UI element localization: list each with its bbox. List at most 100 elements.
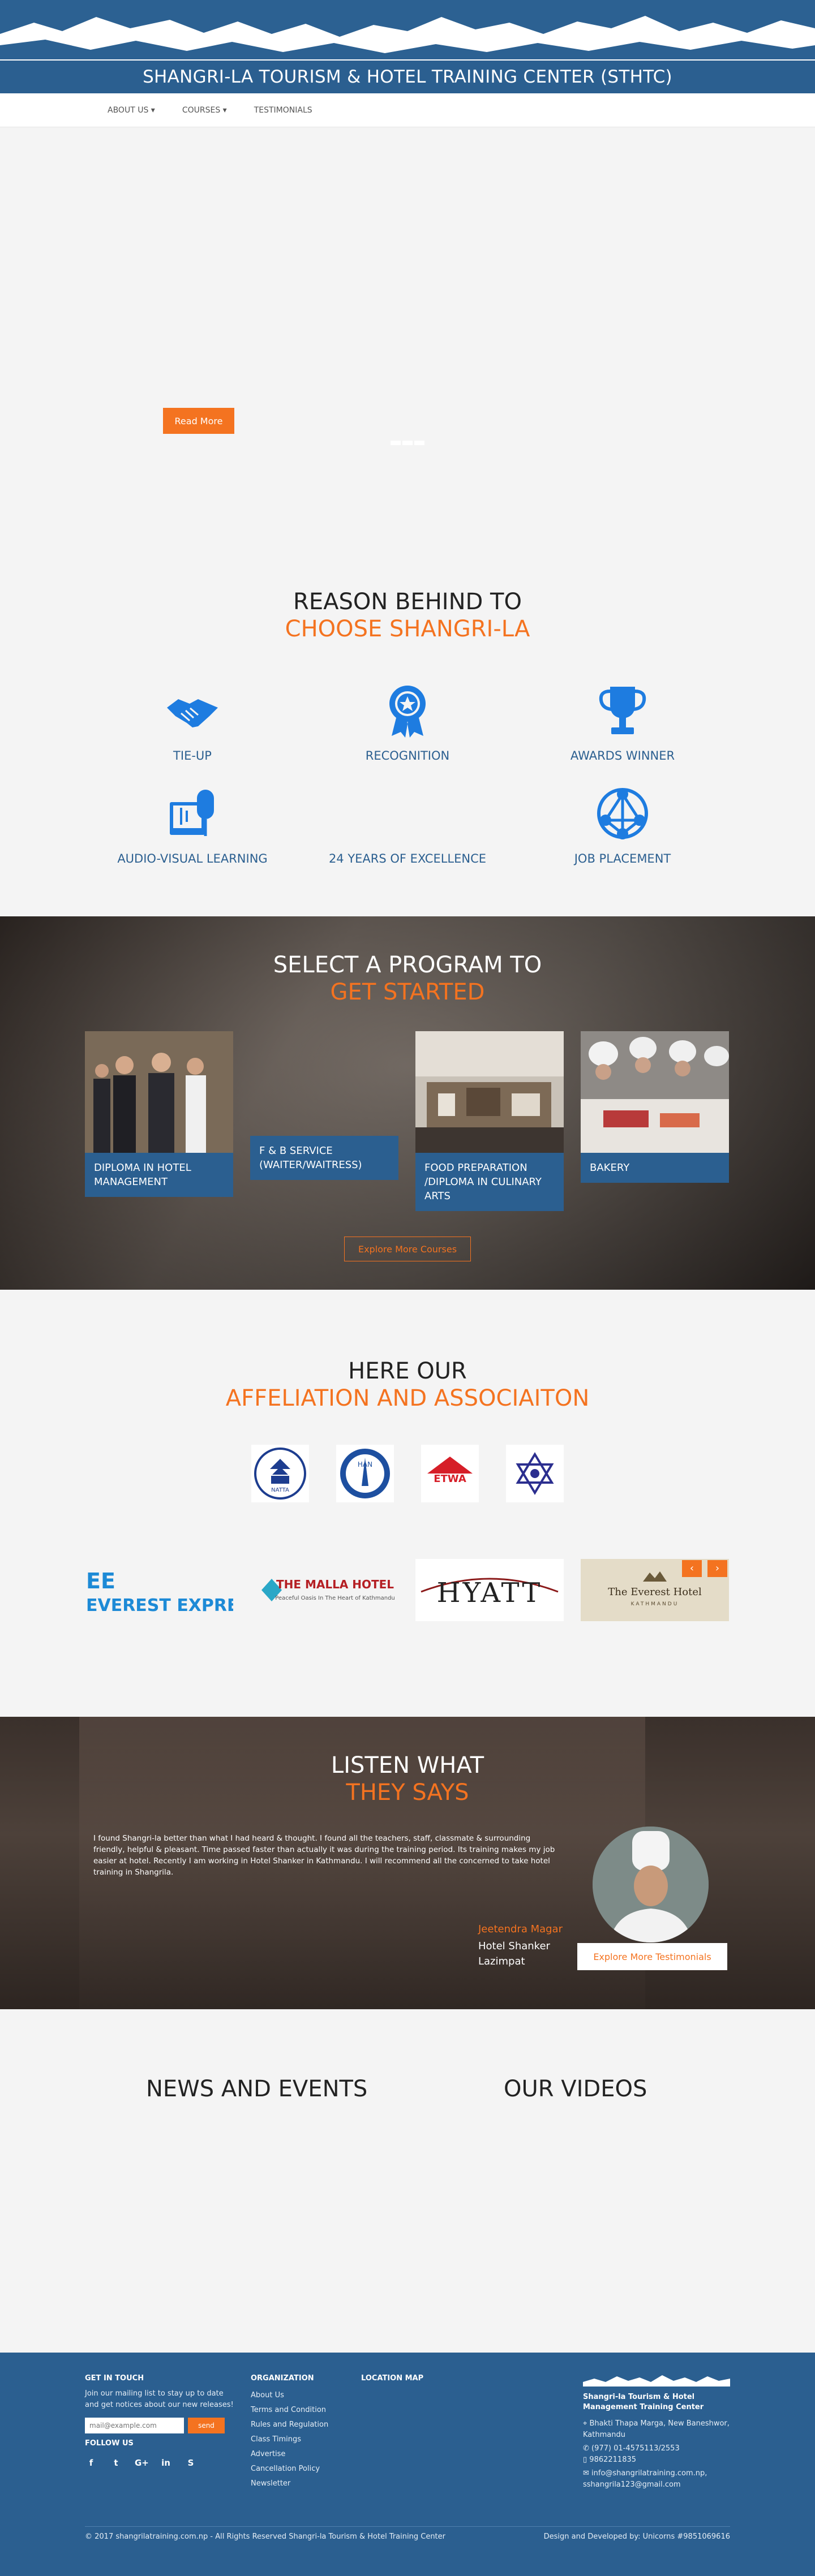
partner-logos: EE EVEREST EXPRESS THE MALLA HOTEL Peace…: [85, 1559, 730, 1621]
footer-phone-1: (977) 01-4575113/2553: [591, 2444, 680, 2453]
chevron-down-icon: ▾: [222, 106, 227, 115]
footer-email-text[interactable]: info@shangrilatraining.com.np, sshangril…: [583, 2469, 707, 2489]
social-links: f t G+ in S: [85, 2457, 234, 2469]
testimonial-author: Jeetendra Magar: [478, 1923, 563, 1935]
top-banner: [0, 0, 815, 59]
hyatt-logo-image: HYATT: [421, 1577, 559, 1609]
testimonial-org-line2: Lazimpat: [478, 1955, 525, 1967]
twitter-icon[interactable]: t: [110, 2457, 122, 2469]
nav-about-us-label: ABOUT US: [108, 106, 149, 115]
location-map-title: LOCATION MAP: [361, 2374, 424, 2383]
programs-heading-line2: GET STARTED: [330, 979, 485, 1005]
reason-label: AWARDS WINNER: [570, 749, 675, 763]
trophy-icon: [599, 687, 646, 734]
copyright-text: © 2017 shangrilatraining.com.np - All Ri…: [85, 2532, 445, 2541]
svg-text:EE: EE: [86, 1569, 115, 1593]
follow-us-title: FOLLOW US: [85, 2439, 134, 2448]
staff-photo: [85, 1031, 233, 1153]
footer: GET IN TOUCH Join our mailing list to st…: [0, 2353, 815, 2576]
affiliation-heading-line1: HERE OUR: [348, 1358, 467, 1384]
slider-dots: [391, 441, 424, 445]
avatar: [593, 1827, 709, 1942]
newsletter-text: Join our mailing list to stay up to date…: [85, 2389, 234, 2409]
linkedin-icon[interactable]: in: [160, 2457, 172, 2469]
program-card[interactable]: BAKERY: [581, 1031, 729, 1215]
send-button[interactable]: send: [188, 2418, 225, 2433]
everest-express-text: EVEREST EXPRESS: [86, 1596, 233, 1616]
program-title: BAKERY: [581, 1153, 729, 1183]
footer-link-about-us[interactable]: About Us: [251, 2388, 361, 2403]
reason-job-placement: JOB PLACEMENT: [515, 785, 730, 865]
nav-testimonials[interactable]: TESTIMONIALS: [254, 106, 312, 115]
videos-column: OUR VIDEOS: [408, 2076, 730, 2102]
slider-dot[interactable]: [402, 441, 413, 445]
footer-link-terms[interactable]: Terms and Condition: [251, 2403, 361, 2418]
reason-label: AUDIO-VISUAL LEARNING: [117, 852, 268, 865]
footer-link-cancellation[interactable]: Cancellation Policy: [251, 2462, 361, 2476]
nav-about-us[interactable]: ABOUT US ▾: [108, 106, 155, 115]
program-card[interactable]: DIPLOMA IN HOTEL MANAGEMENT: [85, 1031, 233, 1215]
google-plus-icon[interactable]: G+: [135, 2457, 149, 2469]
footer-email: ✉ info@shangrilatraining.com.np, sshangr…: [583, 2468, 730, 2491]
explore-courses-button[interactable]: Explore More Courses: [344, 1237, 471, 1261]
footer-link-rules[interactable]: Rules and Regulation: [251, 2418, 361, 2432]
footer-link-class-timings[interactable]: Class Timings: [251, 2432, 361, 2447]
reason-label: JOB PLACEMENT: [574, 852, 671, 865]
envelope-icon: ✉: [583, 2469, 592, 2478]
phone-icon: ✆: [583, 2444, 592, 2453]
malla-hotel-tagline: Peaceful Oasis In The Heart of Kathmandu: [275, 1595, 395, 1601]
organization-title: ORGANIZATION: [251, 2374, 314, 2383]
etwa-logo-text: ETWA: [434, 1473, 466, 1485]
carousel-prev-button[interactable]: ‹: [682, 1560, 702, 1577]
han-logo-text: HAN: [358, 1461, 372, 1468]
testimonial-organization: Hotel Shanker Lazimpat: [478, 1939, 550, 1969]
read-more-button[interactable]: Read More: [163, 408, 234, 434]
footer-bottom-bar: © 2017 shangrilatraining.com.np - All Ri…: [85, 2526, 730, 2541]
reason-excellence: 24 YEARS OF EXCELLENCE: [300, 785, 515, 865]
mountain-banner-graphic: [0, 16, 815, 59]
footer-contact-column: GET IN TOUCH Join our mailing list to st…: [85, 2374, 251, 2491]
affiliation-heading: HERE OUR AFFELIATION AND ASSOCIAITON: [0, 1358, 815, 1412]
mobile-icon: ▯: [583, 2456, 590, 2464]
everest-hotel-city: KATHMANDU: [631, 1601, 679, 1607]
reason-tie-up: TIE-UP: [85, 682, 300, 763]
footer-link-newsletter[interactable]: Newsletter: [251, 2476, 361, 2491]
reason-awards: AWARDS WINNER: [515, 682, 730, 763]
facebook-icon[interactable]: f: [85, 2457, 97, 2469]
reason-label: TIE-UP: [173, 749, 212, 763]
reasons-heading-line2: CHOOSE SHANGRI-LA: [285, 616, 530, 642]
title-bar: SHANGRI-LA TOURISM & HOTEL TRAINING CENT…: [0, 59, 815, 93]
han-logo: HAN: [336, 1445, 394, 1502]
association-logos: NATTA HAN ETWA: [0, 1445, 815, 1502]
slider-dot[interactable]: [391, 441, 401, 445]
explore-testimonials-button[interactable]: Explore More Testimonials: [577, 1943, 727, 1970]
handshake-icon: [167, 699, 218, 727]
natta-logo-text: NATTA: [271, 1487, 289, 1493]
carousel-next-button[interactable]: ›: [707, 1560, 727, 1577]
map-marker-icon: ⌖: [583, 2419, 590, 2428]
program-card[interactable]: F & B SERVICE (WAITER/WAITRESS): [250, 1031, 398, 1215]
skype-icon[interactable]: S: [185, 2457, 197, 2469]
hyatt-text: HYATT: [437, 1577, 543, 1609]
footer-map-column: LOCATION MAP: [361, 2374, 583, 2491]
affiliation-section: HERE OUR AFFELIATION AND ASSOCIAITON NAT…: [0, 1290, 815, 1717]
programs-section: SELECT A PROGRAM TO GET STARTED DIPLOMA …: [0, 916, 815, 1290]
get-in-touch-title: GET IN TOUCH: [85, 2374, 144, 2383]
program-photo: [415, 1031, 564, 1153]
slider-dot[interactable]: [414, 441, 424, 445]
nathm-logo: [506, 1445, 564, 1502]
program-card[interactable]: FOOD PREPARATION /DIPLOMA IN CULINARY AR…: [415, 1031, 564, 1215]
footer-link-advertise[interactable]: Advertise: [251, 2447, 361, 2462]
han-logo-image: HAN: [340, 1449, 390, 1498]
program-photo: [85, 1031, 233, 1153]
footer-mountain-logo: [583, 2375, 730, 2387]
network-icon: [597, 788, 648, 839]
email-field[interactable]: [85, 2418, 184, 2433]
nav-courses[interactable]: COURSES ▾: [182, 106, 227, 115]
news-column: NEWS AND EVENTS: [85, 2076, 408, 2102]
program-title: DIPLOMA IN HOTEL MANAGEMENT: [85, 1153, 233, 1197]
etwa-logo-image: ETWA: [427, 1457, 473, 1485]
star-of-david-icon: [516, 1452, 554, 1495]
site-title: SHANGRI-LA TOURISM & HOTEL TRAINING CENT…: [143, 67, 672, 87]
malla-hotel-text: THE MALLA HOTEL: [276, 1578, 394, 1591]
